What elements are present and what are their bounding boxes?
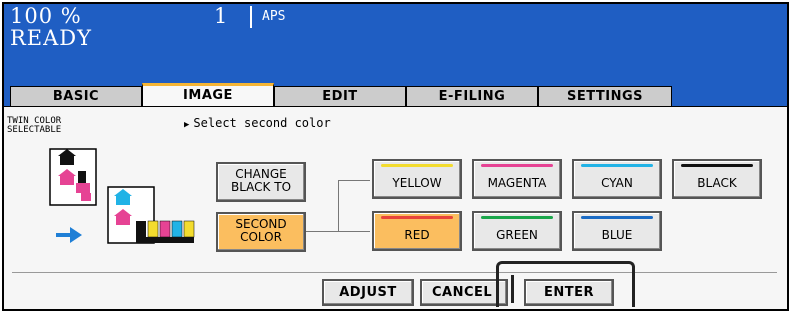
twin-color-illustration-icon: [49, 148, 195, 244]
blue-swatch: [581, 216, 653, 219]
status-bar: 100 % READY 1 APS: [4, 4, 787, 83]
color-red-button[interactable]: RED: [372, 211, 462, 251]
green-swatch: [481, 216, 553, 219]
tab-image[interactable]: IMAGE: [142, 83, 274, 106]
magenta-swatch: [481, 164, 553, 167]
tab-edit[interactable]: EDIT: [274, 86, 406, 106]
connector-line: [306, 231, 338, 232]
divider: [12, 272, 777, 273]
paper-size: APS: [262, 9, 286, 24]
highlight-divider: [511, 275, 514, 303]
red-swatch: [381, 216, 453, 219]
tab-settings[interactable]: SETTINGS: [538, 86, 672, 106]
connector-line: [338, 180, 339, 232]
color-green-button[interactable]: GREEN: [472, 211, 562, 251]
second-color-button[interactable]: SECOND COLOR: [216, 212, 306, 252]
instruction-text: ▶ Select second color: [184, 116, 331, 130]
tab-bar: BASIC IMAGE EDIT E-FILING SETTINGS: [4, 83, 787, 106]
pointer-icon: ▶: [184, 120, 190, 130]
zoom-readout: 100 %: [10, 4, 82, 28]
copy-count: 1: [214, 4, 228, 28]
tab-e-filing[interactable]: E-FILING: [406, 86, 538, 106]
tab-basic[interactable]: BASIC: [10, 86, 142, 106]
cancel-button[interactable]: CANCEL: [420, 279, 508, 306]
count-divider: [250, 6, 252, 28]
color-yellow-button[interactable]: YELLOW: [372, 159, 462, 199]
black-swatch: [681, 164, 753, 167]
function-title: TWIN COLOR SELECTABLE: [7, 116, 62, 135]
image-settings-panel: TWIN COLOR SELECTABLE ▶ Select second col…: [4, 106, 787, 309]
cyan-swatch: [581, 164, 653, 167]
color-magenta-button[interactable]: MAGENTA: [472, 159, 562, 199]
color-cyan-button[interactable]: CYAN: [572, 159, 662, 199]
color-blue-button[interactable]: BLUE: [572, 211, 662, 251]
color-black-button[interactable]: BLACK: [672, 159, 762, 199]
machine-status: READY: [10, 26, 93, 50]
change-black-to-button[interactable]: CHANGE BLACK TO: [216, 162, 306, 202]
connector-line: [338, 180, 370, 181]
enter-highlight-frame: [496, 261, 635, 307]
connector-line: [338, 231, 370, 232]
copier-panel: 100 % READY 1 APS BASIC IMAGE EDIT E-FIL…: [2, 2, 789, 311]
adjust-button[interactable]: ADJUST: [322, 279, 414, 306]
yellow-swatch: [381, 164, 453, 167]
